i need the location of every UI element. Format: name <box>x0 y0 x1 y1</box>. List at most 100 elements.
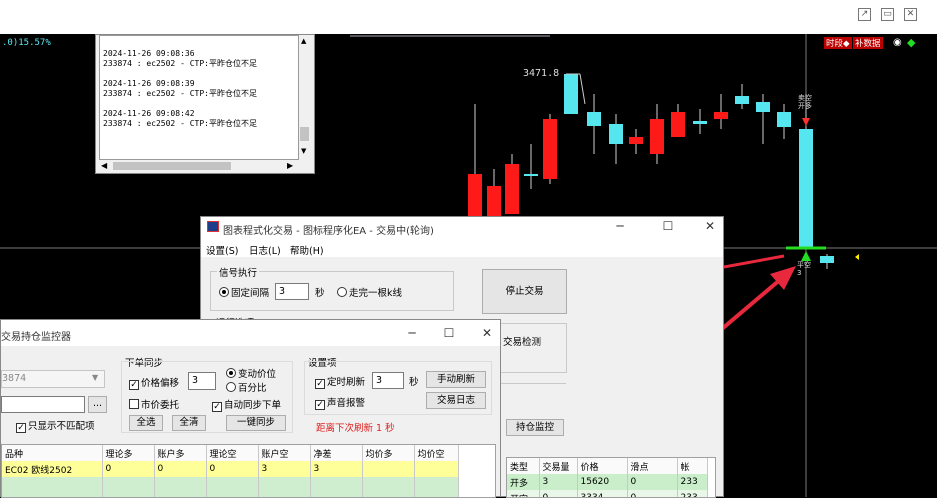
empty-cell <box>2 493 103 497</box>
candle-body <box>735 96 749 104</box>
trade-log-button[interactable]: 交易日志 <box>426 392 486 409</box>
candle-body <box>671 112 685 137</box>
menu-settings[interactable]: 设置(S) <box>206 243 238 257</box>
percent-radio[interactable]: 百分比 <box>226 380 267 394</box>
position-monitor-button[interactable]: 持仓监控 <box>506 419 564 436</box>
candle-body <box>756 102 770 112</box>
table-row[interactable]: 开多 3 15620 0 233 <box>507 474 708 490</box>
manual-refresh-button[interactable]: 手动刷新 <box>426 371 486 388</box>
candle-body <box>799 129 813 248</box>
pct-label: .0)15.57% <box>2 38 51 48</box>
timed-refresh-checkbox[interactable]: ✓ 定时刷新 <box>315 374 365 389</box>
monitor-titlebar: 交易持仓监控器 ─ ☐ ✕ <box>1 320 500 346</box>
more-button[interactable]: ... <box>88 396 107 413</box>
log-time: 2024-11-26 09:08:42 <box>103 109 195 118</box>
stop-trading-button[interactable]: 停止交易 <box>482 269 567 314</box>
monitor-maximize-button[interactable]: ☐ <box>436 326 462 340</box>
candle-body <box>693 121 707 124</box>
menu-log[interactable]: 日志(L) <box>249 243 281 257</box>
one-key-sync-button[interactable]: 一键同步 <box>226 415 286 431</box>
table-cell: EC02 欧线2502 <box>2 461 103 477</box>
column-header[interactable]: 账户空 <box>258 445 311 461</box>
log-entry: 2024-11-26 09:08:39 233874 : ec2502 - CTP… <box>103 79 298 99</box>
app-icon <box>207 221 219 232</box>
log-message: 233874 : ec2502 - CTP:平昨仓位不足 <box>103 89 257 98</box>
column-header[interactable]: 均价空 <box>414 445 459 461</box>
candle-body <box>820 256 834 263</box>
empty-cell <box>258 477 311 493</box>
log-window: 2024-11-26 09:08:36 233874 : ec2502 - CTP… <box>95 34 315 174</box>
column-header[interactable]: 交易量 <box>539 458 578 474</box>
log-entry: 2024-11-26 09:08:42 233874 : ec2502 - CTP… <box>103 109 298 129</box>
column-header[interactable]: 类型 <box>507 458 540 474</box>
filter-input[interactable] <box>1 396 85 413</box>
change-price-radio[interactable]: 变动价位 <box>226 366 276 380</box>
order-sync-group: ✓ 价格偏移 3 变动价位 百分比 市价委托 ✓ 自动同步下单 全选 全清 一键同步 <box>121 361 293 433</box>
trade-table[interactable]: 类型交易量价格滑点帐开多3156200233开空033340233 <box>506 457 716 498</box>
time-badge[interactable]: 时段◆ <box>824 37 852 49</box>
after-bar-radio[interactable]: 走完一根k线 <box>337 285 402 299</box>
minimize-icon[interactable]: ▭ <box>881 8 894 21</box>
empty-cell <box>310 493 363 497</box>
select-all-button[interactable]: 全选 <box>129 415 163 431</box>
position-table[interactable]: 品种 理论多 账户多 理论空 账户空 净差 均价多 均价空 EC02 欧线2502 0 0 0 3 3 <box>1 444 496 498</box>
fixed-interval-radio[interactable]: 固定间隔 <box>219 285 269 299</box>
column-header[interactable]: 均价多 <box>362 445 415 461</box>
refresh-input[interactable]: 3 <box>372 372 404 389</box>
log-time: 2024-11-26 09:08:36 <box>103 49 195 58</box>
diamond-icon[interactable]: ◆ <box>907 36 915 49</box>
empty-cell <box>310 477 363 493</box>
empty-cell <box>206 493 259 497</box>
offset-input[interactable]: 3 <box>188 372 216 390</box>
empty-cell <box>154 493 207 497</box>
menu-help[interactable]: 帮助(H) <box>290 243 324 257</box>
column-header[interactable]: 滑点 <box>627 458 678 474</box>
ea-menubar: 设置(S) 日志(L) 帮助(H) <box>201 239 723 257</box>
empty-cell <box>414 477 459 493</box>
column-header[interactable]: 品种 <box>2 445 103 461</box>
ea-maximize-button[interactable]: ☐ <box>655 219 681 233</box>
log-message: 233874 : ec2502 - CTP:平昨仓位不足 <box>103 59 257 68</box>
column-header[interactable]: 账户多 <box>154 445 207 461</box>
column-header[interactable]: 理论多 <box>102 445 155 461</box>
column-header[interactable]: 净差 <box>310 445 363 461</box>
log-textarea[interactable]: 2024-11-26 09:08:36 233874 : ec2502 - CTP… <box>99 35 299 160</box>
price-offset-checkbox[interactable]: ✓ 价格偏移 <box>129 375 179 390</box>
empty-cell <box>102 477 155 493</box>
candle-body <box>587 112 601 126</box>
empty-cell <box>362 477 415 493</box>
candle-body <box>629 137 643 144</box>
only-unmatched-checkbox[interactable]: ✓ 只显示不匹配项 <box>16 418 95 433</box>
ea-close-button[interactable]: ✕ <box>697 219 723 233</box>
trade-table-grid: 类型交易量价格滑点帐开多3156200233开空033340233 <box>507 458 708 497</box>
fill-data-badge[interactable]: 补数据 <box>853 37 883 49</box>
table-header-row: 类型 交易量 价格 滑点帐 <box>507 458 708 474</box>
auto-sync-checkbox[interactable]: ✓ 自动同步下单 <box>212 397 281 412</box>
table-cell <box>362 461 415 477</box>
market-order-checkbox[interactable]: 市价委托 <box>129 397 179 411</box>
ea-titlebar: 图表程式化交易 - 图标程序化EA - 交易中(轮询) ─ ☐ ✕ <box>201 217 723 239</box>
close-icon[interactable]: ✕ <box>904 8 917 21</box>
external-icon[interactable]: ↗ <box>858 8 871 21</box>
candle-body <box>650 119 664 154</box>
monitor-close-button[interactable]: ✕ <box>474 326 500 340</box>
ea-minimize-button[interactable]: ─ <box>607 219 633 233</box>
table-cell: 0 <box>627 474 678 490</box>
log-scrollbar-v[interactable]: ▲ ▼ <box>299 35 311 160</box>
column-header[interactable]: 帐 <box>677 458 708 474</box>
clear-all-button[interactable]: 全清 <box>172 415 206 431</box>
position-table-grid: 品种 理论多 账户多 理论空 账户空 净差 均价多 均价空 EC02 欧线2502 0 0 0 3 3 <box>2 445 459 497</box>
table-row[interactable]: EC02 欧线2502 0 0 0 3 3 <box>2 461 459 477</box>
column-header[interactable]: 理论空 <box>206 445 259 461</box>
column-header[interactable]: 价格 <box>577 458 628 474</box>
sound-alarm-checkbox[interactable]: ✓ 声音报警 <box>315 395 365 410</box>
log-scrollbar-h[interactable]: ◀ ▶ <box>99 160 299 172</box>
settings-icon[interactable]: ◉ <box>893 37 902 48</box>
monitor-minimize-button[interactable]: ─ <box>399 326 425 340</box>
empty-cell <box>258 493 311 497</box>
candle-body <box>777 112 791 127</box>
scroll-down-icon: ▼ <box>301 147 307 155</box>
interval-input[interactable]: 3 <box>275 283 309 300</box>
account-select[interactable]: 3874 ▼ <box>1 370 105 388</box>
sec-label: 秒 <box>315 288 325 299</box>
